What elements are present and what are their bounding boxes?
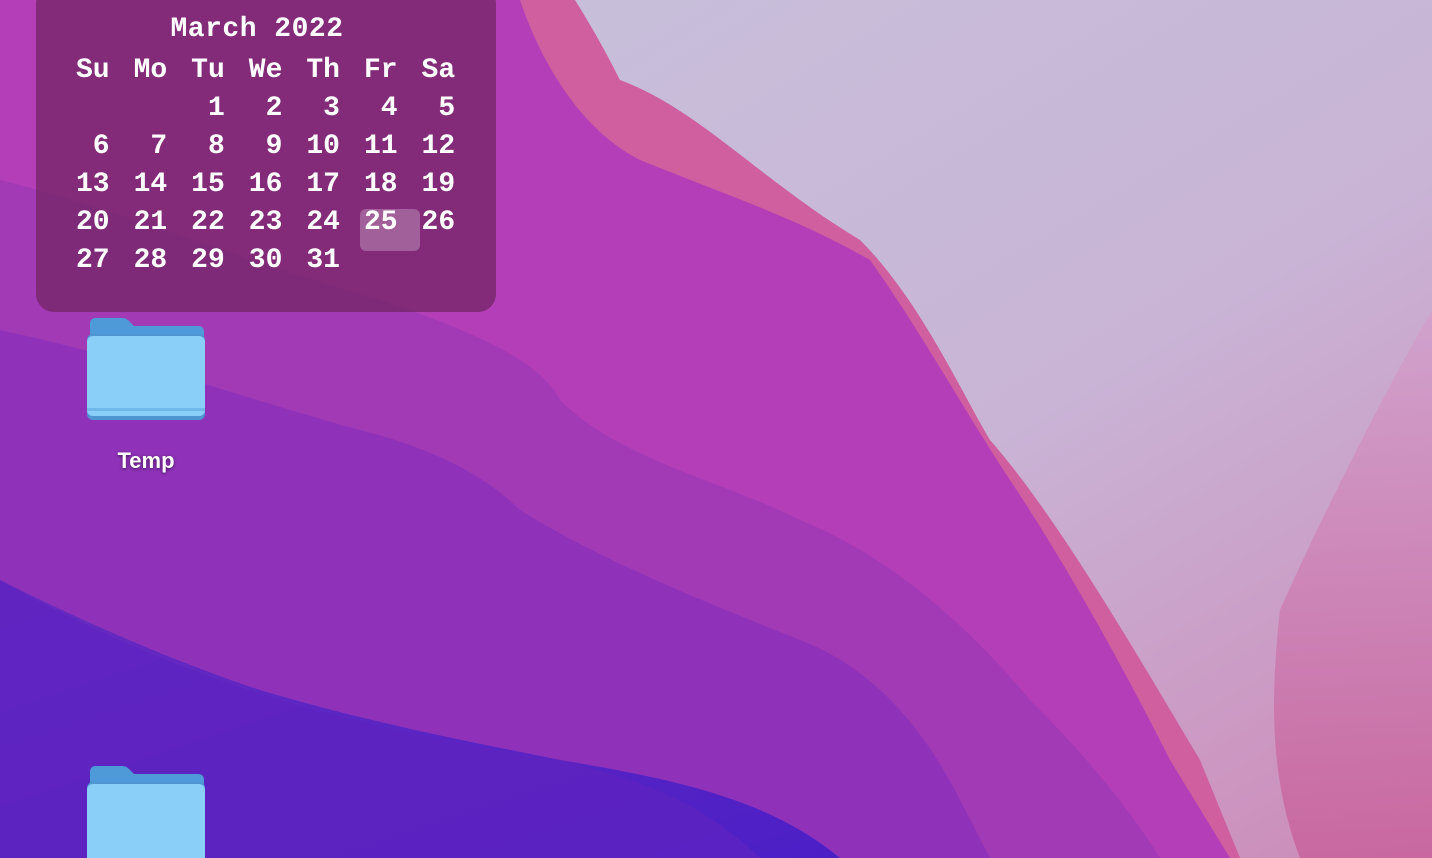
calendar-day: 4 — [380, 93, 398, 124]
calendar-day: 28 — [133, 245, 168, 276]
calendar-month-title: March 2022 — [170, 14, 344, 45]
calendar-day: 23 — [248, 207, 283, 238]
calendar-day: 21 — [133, 207, 168, 238]
calendar-day: 2 — [265, 93, 283, 124]
weekday-label: Th — [306, 55, 340, 86]
weekday-label: Fr — [363, 55, 398, 86]
folder-icon — [87, 766, 205, 858]
calendar-day: 13 — [75, 169, 110, 200]
calendar-day: 6 — [92, 131, 110, 162]
calendar-day: 5 — [438, 93, 456, 124]
calendar-day: 12 — [421, 131, 456, 162]
calendar-day: 30 — [248, 245, 283, 276]
calendar-day: 27 — [75, 245, 110, 276]
calendar-day: 8 — [207, 131, 225, 162]
calendar-day: 20 — [75, 207, 110, 238]
calendar-day: 14 — [133, 169, 168, 200]
calendar-day: 16 — [248, 169, 283, 200]
weekday-label: Tu — [191, 55, 225, 86]
calendar-day: 7 — [150, 131, 168, 162]
folder-label: Temp — [117, 448, 175, 473]
calendar-widget: March 2022 Su Mo Tu We Th Fr Sa 1 2 3 4 … — [36, 0, 496, 312]
calendar-day: 31 — [306, 245, 340, 276]
calendar-day: 10 — [306, 131, 340, 162]
weekday-label: We — [248, 55, 283, 86]
calendar-day: 1 — [207, 93, 225, 124]
calendar-day: 3 — [323, 93, 340, 124]
desktop-folder-temp[interactable]: Temp — [66, 318, 226, 474]
calendar-day-today: 25 — [352, 204, 420, 251]
calendar-day: 24 — [306, 207, 340, 238]
calendar-day: 29 — [191, 245, 225, 276]
calendar-day: 22 — [191, 207, 225, 238]
calendar-day: 9 — [265, 131, 283, 162]
calendar-grid: Su Mo Tu We Th Fr Sa 1 2 3 4 5 6 7 8 9 1… — [64, 52, 467, 280]
calendar-day — [64, 90, 122, 128]
weekday-label: Su — [75, 55, 110, 86]
calendar-day: 19 — [421, 169, 456, 200]
calendar-day: 15 — [191, 169, 225, 200]
weekday-label: Sa — [421, 55, 456, 86]
calendar-day: 11 — [363, 131, 398, 162]
calendar-day — [122, 90, 180, 128]
folder-icon — [87, 318, 205, 420]
calendar-day: 17 — [306, 169, 340, 200]
desktop-folder[interactable] — [66, 766, 226, 858]
calendar-day: 18 — [363, 169, 398, 200]
weekday-label: Mo — [133, 55, 168, 86]
